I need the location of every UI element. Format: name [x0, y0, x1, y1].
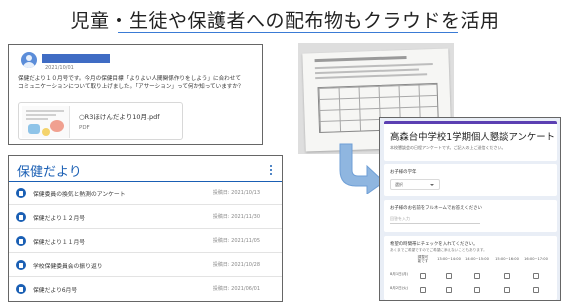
topic-item-label: 学校保健委員会の振り返り — [33, 264, 103, 270]
topic-item[interactable]: 学校保健委員会の振り返り 投稿日: 2021/10/28 — [9, 254, 282, 277]
grid-checkbox[interactable] — [420, 273, 426, 279]
avatar — [21, 52, 37, 68]
grid-column-header: 13:00~14:00 — [437, 257, 461, 261]
attachment-name: ○R3ほけんだより10月.pdf — [79, 113, 160, 121]
grid-column-header: 14:00~15:00 — [465, 257, 489, 261]
post-body-line: コミュニケーションについて取り上げました。「アサーション」って何か知っていますか… — [18, 84, 244, 90]
grid-checkbox[interactable] — [504, 287, 510, 293]
question-grade: お子様の学年 選択 — [384, 164, 557, 196]
topic-item-date: 投稿日: 2021/10/13 — [212, 190, 260, 196]
title-underline — [118, 32, 458, 33]
topic-item-label: 保健だより１１月号 — [33, 240, 86, 246]
topic-item[interactable]: 保健委員の換気と熱測のアンケート 投稿日: 2021/10/13 — [9, 182, 282, 205]
question-name: お子様のお名前をフルネームでお答えください 回答を入力 — [384, 200, 557, 232]
topic-item-label: 保健だより6月号 — [33, 288, 78, 294]
grid-column-header: 15:00~16:00 — [495, 257, 519, 261]
author-name-redacted — [42, 54, 110, 63]
grid-checkbox[interactable] — [474, 273, 480, 279]
more-options-icon[interactable] — [270, 165, 273, 176]
post-body: 保健だより１０月号です。今月の保健目標「よりよい人間関係作りをしよう」に合わせて… — [18, 75, 258, 91]
material-icon — [16, 260, 26, 270]
grid-checkbox[interactable] — [420, 287, 426, 293]
assignment-icon — [16, 188, 26, 198]
question-note: あくまでご希望ですのでご希望に添えないこともあります。 — [390, 248, 487, 252]
grid-checkbox[interactable] — [474, 287, 480, 293]
grid-column-header: 16:00~17:00 — [524, 257, 548, 261]
post-date: 2021/10/01 — [45, 65, 74, 71]
grid-checkbox[interactable] — [446, 273, 452, 279]
curved-arrow-icon — [339, 143, 385, 194]
slide-title: 児童・生徒や保護者への配布物もクラウドを活用 — [70, 10, 500, 32]
form-description: 本校懇談会の日程アンケートです。ご記入の上ご送信ください。 — [390, 145, 506, 150]
topic-item-date: 投稿日: 2021/11/05 — [212, 238, 260, 244]
name-input[interactable]: 回答を入力 — [390, 215, 480, 224]
form-screenshot: 高森台中学校1学期個人懇談アンケート 本校懇談会の日程アンケートです。ご記入の上… — [379, 117, 561, 301]
grid-checkbox[interactable] — [446, 287, 452, 293]
question-label: お子様のお名前をフルネームでお答えください — [390, 206, 482, 211]
grade-select[interactable]: 選択 — [390, 179, 440, 190]
material-icon — [16, 284, 26, 294]
topic-item[interactable]: 保健だより１１月号 投稿日: 2021/11/05 — [9, 230, 282, 253]
grid-row-label: 8月1日(月) — [390, 272, 409, 276]
grid-row-label: 8月2日(火) — [390, 286, 409, 290]
topic-item-label: 保健だより１２月号 — [33, 216, 86, 222]
topic-item-date: 投稿日: 2021/11/30 — [212, 214, 260, 220]
classroom-post-card: 2021/10/01 保健だより１０月号です。今月の保健目標「よりよい人間関係作… — [8, 44, 263, 145]
grid-checkbox[interactable] — [533, 273, 539, 279]
grid-checkbox[interactable] — [533, 287, 539, 293]
question-time-grid: 希望の時間帯にチェックを入れてください。 あくまでご希望ですのでご希望に添えない… — [384, 236, 557, 300]
chevron-down-icon — [430, 184, 434, 186]
material-icon — [16, 212, 26, 222]
grid-checkbox[interactable] — [504, 273, 510, 279]
material-icon — [16, 236, 26, 246]
pdf-attachment[interactable]: ○R3ほけんだより10月.pdf PDF — [18, 102, 183, 140]
input-placeholder: 回答を入力 — [390, 216, 410, 221]
topic-item[interactable]: 保健だより１２月号 投稿日: 2021/11/30 — [9, 206, 282, 229]
pdf-thumbnail — [22, 106, 70, 138]
topic-item-date: 投稿日: 2021/06/01 — [212, 286, 260, 292]
question-label: お子様の学年 — [390, 170, 417, 175]
post-body-line: 保健だより１０月号です。今月の保健目標「よりよい人間関係作りをしよう」に合わせて — [18, 76, 241, 82]
attachment-type: PDF — [79, 125, 90, 131]
topic-list-card: 保健だより 保健委員の換気と熱測のアンケート 投稿日: 2021/10/13 保… — [8, 155, 283, 302]
grid-column-header: 調整可能です — [417, 255, 429, 263]
form-title: 高森台中学校1学期個人懇談アンケート — [390, 132, 555, 143]
topic-item[interactable]: 保健だより6月号 投稿日: 2021/06/01 — [9, 278, 282, 301]
topic-title: 保健だより — [17, 165, 82, 180]
select-value: 選択 — [395, 182, 403, 187]
form-header: 高森台中学校1学期個人懇談アンケート 本校懇談会の日程アンケートです。ご記入の上… — [384, 121, 557, 161]
topic-item-label: 保健委員の換気と熱測のアンケート — [33, 192, 126, 198]
question-label: 希望の時間帯にチェックを入れてください。 — [390, 242, 478, 247]
topic-item-date: 投稿日: 2021/10/28 — [212, 262, 260, 268]
